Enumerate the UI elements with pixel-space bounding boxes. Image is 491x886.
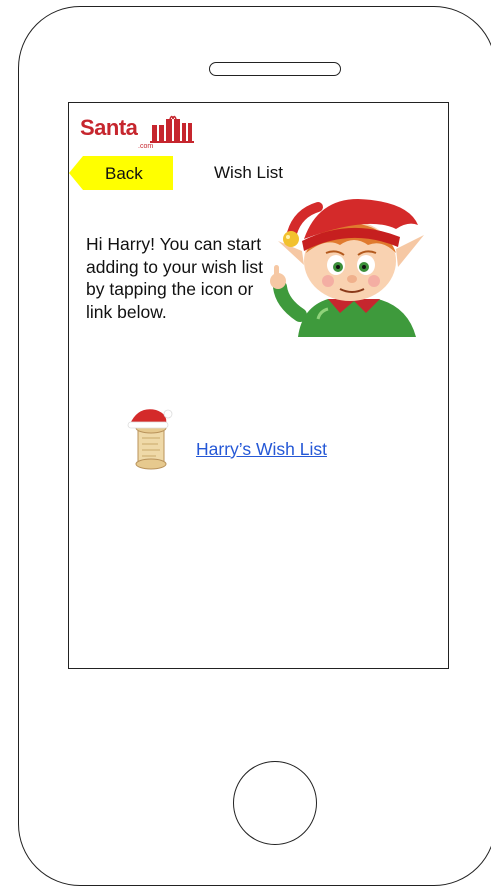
home-button[interactable] — [233, 761, 317, 845]
scroll-with-santa-hat-icon[interactable] — [124, 406, 176, 472]
page-title: Wish List — [214, 163, 283, 182]
phone-speaker — [209, 62, 341, 76]
logo-text: Santa — [80, 115, 138, 140]
intro-text: Hi Harry! You can start adding to your w… — [86, 234, 264, 322]
back-button-label: Back — [105, 164, 143, 183]
logo-subtext: .com — [138, 143, 154, 150]
elf-illustration — [270, 199, 424, 337]
gift-boxes-icon — [150, 115, 194, 143]
santa-logo[interactable]: Santa .com — [80, 113, 194, 153]
back-button[interactable]: Back — [69, 156, 173, 190]
app-screen: Santa .com Back Wish List Hi Harry! You … — [68, 102, 449, 669]
wishlist-link[interactable]: Harry’s Wish List — [196, 439, 327, 460]
